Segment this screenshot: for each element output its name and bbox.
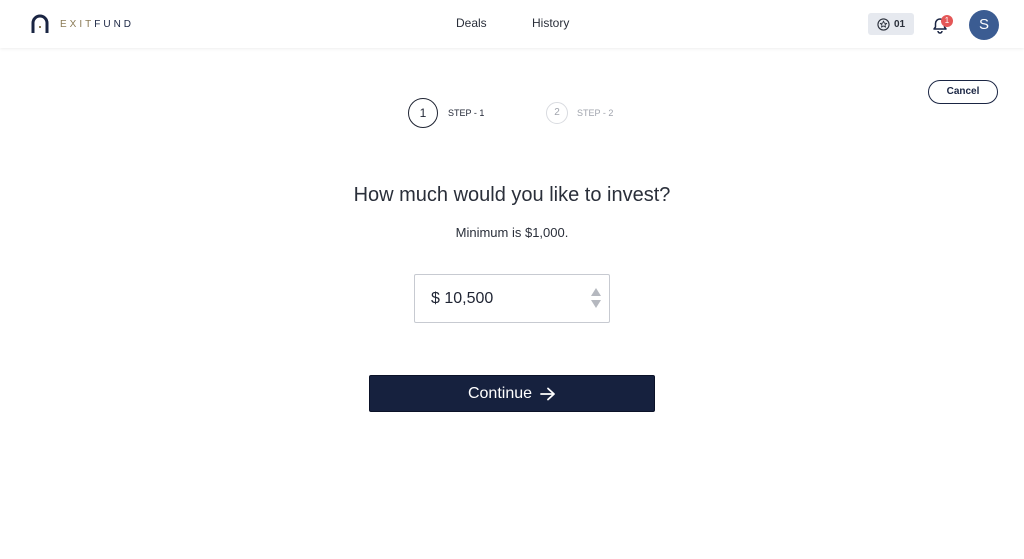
step-indicator-1: 1 STEP - 1 [408,98,484,128]
user-avatar[interactable]: S [969,10,999,40]
continue-button-label: Continue [467,384,533,402]
top-navigation-bar: EXITFUND Deals History 01 1 S [0,0,1024,48]
points-value: 01 [893,18,906,30]
investment-question: How much would you like to invest? [353,184,671,206]
stepper-down-icon[interactable] [591,300,601,308]
brand-logo[interactable]: EXITFUND [30,14,134,34]
step-indicator-2: 2 STEP - 2 [546,102,613,124]
arrow-right-icon [540,387,555,400]
brand-name: EXITFUND [60,19,134,30]
logo-icon [31,14,49,33]
investment-amount-value[interactable]: $ 10,500 [431,290,493,308]
investment-amount-input[interactable]: $ 10,500 [414,274,610,323]
minimum-amount-text: Minimum is $1,000. [455,225,569,240]
step-2-label: STEP - 2 [577,108,614,118]
points-badge[interactable]: 01 [868,13,914,35]
amount-stepper[interactable] [591,287,601,311]
brand-name-exit: EXIT [60,18,95,30]
nav-deals-link[interactable]: Deals [456,16,487,30]
cancel-button[interactable]: Cancel [928,80,998,104]
step-1-number: 1 [408,98,438,128]
star-badge-icon [877,17,890,31]
brand-name-fund: FUND [94,18,135,30]
continue-button[interactable]: Continue [369,375,655,412]
step-2-number: 2 [546,102,568,124]
stepper-up-icon[interactable] [591,288,601,296]
notification-count-badge: 1 [941,15,953,27]
nav-history-link[interactable]: History [532,16,569,30]
step-1-label: STEP - 1 [448,108,485,118]
